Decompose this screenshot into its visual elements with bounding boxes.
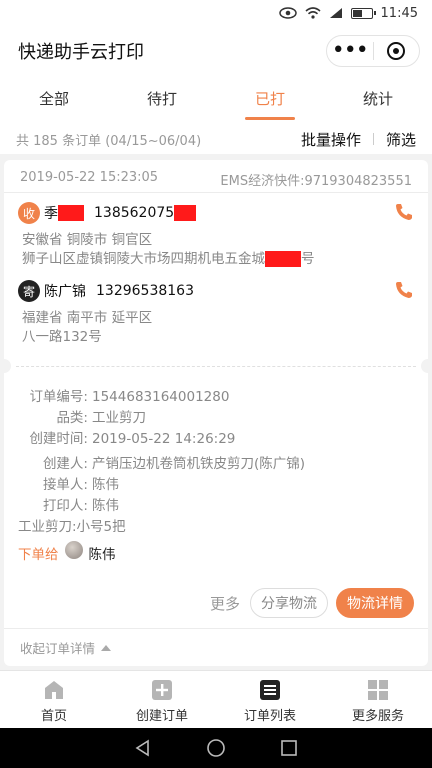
recents-icon[interactable]: [280, 739, 298, 757]
system-nav-bar: [0, 728, 432, 768]
detail-row-creator: 创建人: 产销压边机卷筒机铁皮剪刀(陈广锦): [42, 456, 306, 472]
receiver-call-icon[interactable]: [394, 202, 414, 222]
collapse-details-toggle[interactable]: 收起订单详情: [20, 638, 112, 657]
collapse-divider: [4, 628, 428, 629]
tab-statistics[interactable]: 统计: [324, 76, 432, 124]
avatar: [64, 541, 83, 559]
tab-printed[interactable]: 已打: [216, 76, 324, 124]
order-to-label: 下单给: [18, 547, 59, 563]
status-time: 11:45: [380, 5, 418, 21]
eye-icon: [278, 7, 297, 19]
share-logistics-button[interactable]: 分享物流: [250, 588, 328, 618]
order-details: 订单编号: 1544683164001280 品类: 工业剪刀 创建时间: 2019-…: [18, 387, 305, 538]
tab-all[interactable]: 全部: [0, 76, 108, 124]
receiver-address: 安徽省 铜陵市 铜官区 狮子山区虚镇铜陵大市场四期机电五金城号: [22, 231, 315, 269]
sender-phone: 13296538163: [96, 283, 194, 299]
redaction-block: [265, 251, 301, 267]
sender-call-icon[interactable]: [394, 280, 414, 300]
receiver-phone: 138562075: [94, 205, 175, 221]
tab-to-print[interactable]: 待打: [108, 76, 216, 124]
summary-bar: 共 185 条订单 (04/15~06/04) 批量操作 筛选: [0, 124, 432, 154]
item-note: 工业剪刀:小号5把: [18, 519, 126, 535]
logistics-detail-button[interactable]: 物流详情: [336, 588, 414, 618]
detail-row-receiver: 接单人: 陈伟: [42, 477, 119, 493]
page-title: 快递助手云打印: [18, 42, 144, 63]
status-bar: 11:45: [0, 0, 432, 26]
sender-address-line2: 八一路132号: [22, 329, 102, 345]
header-divider: [4, 192, 428, 193]
order-to-row: 下单给 陈伟: [18, 541, 116, 563]
redaction-block: [174, 205, 197, 221]
receiver-address-line1: 安徽省 铜陵市 铜官区: [22, 232, 153, 248]
detail-row-category: 品类: 工业剪刀: [56, 410, 146, 426]
tracking-number: EMS经济快件:9719304823551: [220, 174, 412, 189]
mini-program-capsule: •••: [326, 35, 420, 67]
order-card: 2019-05-22 15:23:05 EMS经济快件:971930482355…: [0, 160, 432, 666]
signal-icon: [329, 7, 343, 19]
detail-row-created-time: 创建时间: 2019-05-22 14:26:29: [29, 431, 236, 447]
filter-button[interactable]: 筛选: [386, 129, 416, 150]
add-order-icon: [152, 680, 172, 700]
home-icon: [45, 681, 63, 699]
sender-badge: 寄: [18, 280, 40, 302]
sender-row: 寄 陈广锦 13296538163: [18, 280, 194, 302]
detail-row-printer: 打印人: 陈伟: [42, 498, 119, 514]
sender-address: 福建省 南平市 延平区 八一路132号: [22, 309, 152, 347]
more-dots-icon[interactable]: •••: [327, 40, 373, 62]
sender-address-line1: 福建省 南平市 延平区: [22, 310, 153, 326]
card-dashed-divider: [16, 366, 416, 367]
card-notch-right: [421, 359, 432, 373]
wifi-icon: [305, 7, 321, 19]
redaction-block: [58, 205, 84, 221]
order-actions: 更多 分享物流 物流详情: [210, 588, 414, 618]
bottom-nav: 首页 创建订单 订单列表 更多服务: [0, 670, 432, 728]
back-icon[interactable]: [134, 739, 152, 757]
nav-order-list[interactable]: 订单列表: [216, 671, 324, 728]
more-button[interactable]: 更多: [210, 593, 240, 614]
receiver-name: 季: [44, 206, 58, 222]
nav-more-services[interactable]: 更多服务: [324, 671, 432, 728]
order-list-icon: [260, 680, 280, 700]
card-notch-left: [0, 359, 11, 373]
nav-create-order[interactable]: 创建订单: [108, 671, 216, 728]
chevron-up-icon: [101, 644, 112, 651]
order-to-name: 陈伟: [88, 547, 116, 563]
target-icon[interactable]: [373, 42, 419, 60]
receiver-row: 收 季 138562075: [18, 202, 197, 224]
receiver-address-line2: 狮子山区虚镇铜陵大市场四期机电五金城号: [22, 251, 315, 267]
order-header: 2019-05-22 15:23:05 EMS经济快件:971930482355…: [20, 170, 412, 189]
summary-divider: [372, 133, 374, 145]
nav-home[interactable]: 首页: [0, 671, 108, 728]
home-circle-icon[interactable]: [206, 738, 226, 758]
sender-name: 陈广锦: [44, 284, 86, 300]
status-tabs: 全部 待打 已打 统计: [0, 76, 432, 124]
bulk-action-button[interactable]: 批量操作: [301, 129, 361, 150]
title-bar: 快递助手云打印 •••: [0, 26, 432, 76]
more-services-icon: [368, 680, 388, 700]
order-datetime: 2019-05-22 15:23:05: [20, 170, 159, 185]
receiver-badge: 收: [18, 202, 40, 224]
battery-icon: [350, 7, 376, 19]
detail-row-order-no: 订单编号: 1544683164001280: [29, 389, 230, 405]
order-count: 共 185 条订单 (04/15~06/04): [16, 133, 202, 149]
